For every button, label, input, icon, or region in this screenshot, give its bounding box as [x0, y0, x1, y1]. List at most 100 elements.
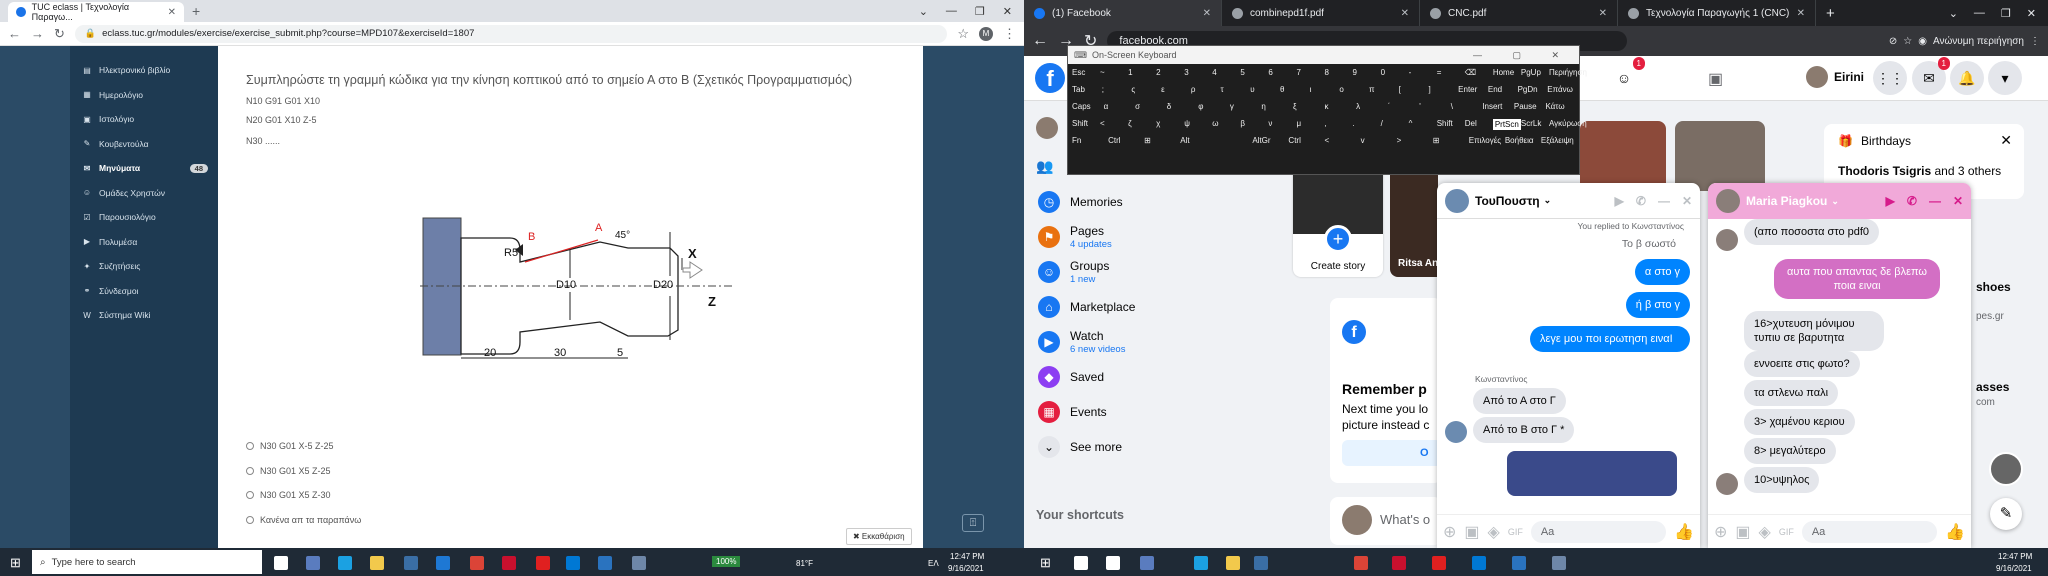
fb-nav-events[interactable]: ▦ Events	[1030, 394, 1290, 429]
keyboard-key[interactable]: ^	[1409, 119, 1413, 128]
video-call-icon[interactable]: ▶	[1615, 194, 1624, 208]
keyboard-key[interactable]: Κάτω	[1545, 102, 1564, 111]
photo-icon[interactable]: ▣	[1735, 522, 1750, 542]
keyboard-key[interactable]: η	[1261, 102, 1265, 111]
keyboard-key[interactable]: AltGr	[1252, 136, 1270, 145]
radio-button[interactable]	[246, 442, 254, 451]
keyboard-key[interactable]: ψ	[1184, 119, 1190, 128]
close-tab-icon[interactable]: ✕	[168, 7, 176, 18]
file-explorer-icon[interactable]	[370, 556, 384, 570]
nav-item[interactable]: ✎ Κουβεντούλα	[70, 132, 218, 157]
mail-app-icon[interactable]	[436, 556, 450, 570]
keyboard-key[interactable]: α	[1104, 102, 1109, 111]
keyboard-key[interactable]: 0	[1381, 68, 1385, 77]
window-controls[interactable]: — ▢ ✕	[1473, 50, 1573, 61]
create-post-box[interactable]: What's o	[1330, 497, 1442, 545]
message-in[interactable]: εννοειτε στις φωτο?	[1744, 351, 1860, 377]
pdf-icon[interactable]	[536, 556, 550, 570]
taskbar-search-box[interactable]: ⌕ Type here to search	[32, 550, 262, 574]
widgets-icon[interactable]	[1140, 556, 1154, 570]
keyboard-key[interactable]: τ	[1221, 85, 1224, 94]
sponsored-title-2[interactable]: asses	[1976, 380, 2009, 394]
forward-icon[interactable]: →	[31, 26, 44, 41]
keyboard-key[interactable]: 3	[1184, 68, 1188, 77]
keyboard-key[interactable]: =	[1437, 68, 1442, 77]
mcafee-icon[interactable]	[1392, 556, 1406, 570]
tab-eclass[interactable]: TUC eclass | Τεχνολογία Παραγω... ✕	[8, 2, 184, 22]
back-icon[interactable]: ←	[1032, 32, 1048, 50]
nav-item[interactable]: ▦ Ημερολόγιο	[70, 83, 218, 108]
close-tab-icon[interactable]: ✕	[1797, 8, 1805, 19]
keyboard-key[interactable]: θ	[1280, 85, 1284, 94]
gif-icon[interactable]: GIF	[1779, 527, 1794, 537]
minimize-icon[interactable]: —	[1658, 194, 1670, 208]
keyboard-key[interactable]: Home	[1493, 68, 1514, 77]
keyboard-key[interactable]: Enter	[1458, 85, 1477, 94]
close-tab-icon[interactable]: ✕	[1401, 8, 1409, 19]
keyboard-key[interactable]: δ	[1167, 102, 1171, 111]
gif-icon[interactable]: GIF	[1508, 527, 1523, 537]
incognito-indicator[interactable]: ⊘ ☆ ◉ Ανώνυμη περιήγηση ⋮	[1889, 36, 2040, 47]
keyboard-key[interactable]: .	[1353, 119, 1355, 128]
fb-nav-marketplace[interactable]: ⌂ Marketplace	[1030, 289, 1290, 324]
minimize-icon[interactable]: —	[1974, 7, 1985, 20]
minimize-icon[interactable]: —	[946, 5, 957, 18]
new-tab-icon[interactable]: +	[192, 3, 200, 19]
close-icon[interactable]: ✕	[1953, 194, 1963, 208]
keyboard-key[interactable]: Pause	[1514, 102, 1537, 111]
birthday-name[interactable]: Thodoris Tsigris	[1838, 164, 1931, 178]
widgets-icon[interactable]	[306, 556, 320, 570]
keyboard-key[interactable]: Ctrl	[1288, 136, 1300, 145]
notifications-bell-icon[interactable]: 🔔	[1950, 61, 1984, 95]
fb-nav-memories[interactable]: ◷ Memories	[1030, 184, 1290, 219]
fb-nav-saved[interactable]: ◆ Saved	[1030, 359, 1290, 394]
messenger-icon[interactable]: ✉ 1	[1912, 57, 1950, 95]
keyboard-key[interactable]: Αγκύρωση	[1549, 119, 1587, 128]
edge-icon[interactable]	[1194, 556, 1208, 570]
keyboard-key[interactable]: ,	[1325, 119, 1327, 128]
keyboard-key[interactable]: \	[1451, 102, 1453, 111]
like-icon[interactable]: 👍	[1674, 522, 1694, 542]
clock-date[interactable]: 9/16/2021	[948, 564, 984, 573]
app-icon[interactable]	[632, 556, 646, 570]
message-in[interactable]: 8> μεγαλύτερο	[1744, 438, 1836, 464]
keyboard-key[interactable]: ξ	[1293, 102, 1297, 111]
message-out[interactable]: α στο γ	[1634, 259, 1690, 285]
shared-screenshot-image[interactable]	[1507, 451, 1677, 496]
photo-icon[interactable]: ▣	[1464, 522, 1479, 542]
message-in[interactable]: τα στλενω παλι	[1744, 380, 1839, 406]
close-icon[interactable]: ✕	[1682, 194, 1692, 208]
battery-indicator[interactable]: 100%	[712, 556, 741, 567]
language-indicator[interactable]: ΕΛ	[928, 559, 939, 568]
keyboard-key[interactable]: ς	[1131, 85, 1135, 94]
option-4[interactable]: Κανένα απ τα παραπάνω	[246, 508, 361, 533]
clock-time[interactable]: 12:47 PM	[950, 552, 984, 561]
tab-cnc-course[interactable]: Τεχνολογία Παραγωγής 1 (CNC) ✕	[1618, 0, 1816, 26]
weather-temp[interactable]: 81°F	[796, 559, 813, 568]
story-card-3[interactable]	[1675, 121, 1765, 191]
keyboard-key[interactable]: PgDn	[1518, 85, 1538, 94]
keyboard-key[interactable]: υ	[1250, 85, 1254, 94]
app-l-icon[interactable]	[598, 556, 612, 570]
keyboard-key[interactable]: κ	[1325, 102, 1329, 111]
phone-icon[interactable]: ✆	[1907, 194, 1917, 208]
maximize-icon[interactable]: ❐	[975, 5, 985, 18]
keyboard-key[interactable]: ζ	[1128, 119, 1132, 128]
mcafee-icon[interactable]	[502, 556, 516, 570]
fb-nav-watch[interactable]: ▶ Watch 6 new videos	[1030, 324, 1290, 359]
message-in[interactable]: 16>χυτευση μόνιμου τυπιυ σε βαρυτητα	[1744, 311, 1884, 351]
keyboard-key[interactable]: ⌫	[1465, 68, 1476, 77]
ok-button[interactable]: O	[1342, 440, 1442, 466]
radio-button[interactable]	[246, 466, 254, 475]
keyboard-key[interactable]: Del	[1465, 119, 1477, 128]
message-in[interactable]: 10>υψηλος	[1744, 467, 1820, 493]
tab-combinepdf[interactable]: combinepd1f.pdf ✕	[1222, 0, 1420, 26]
keyboard-key[interactable]: 1	[1128, 68, 1132, 77]
tab-facebook[interactable]: (1) Facebook ✕	[1024, 0, 1222, 26]
keyboard-key[interactable]: ΄	[1388, 102, 1391, 111]
message-input[interactable]: Aa	[1530, 520, 1667, 543]
edge-icon[interactable]	[338, 556, 352, 570]
windows-start-icon[interactable]: ⊞	[10, 555, 21, 571]
chat-name[interactable]: Maria Piagkou	[1746, 194, 1827, 208]
message-in[interactable]: Από το Β στο Γ *	[1473, 417, 1575, 443]
